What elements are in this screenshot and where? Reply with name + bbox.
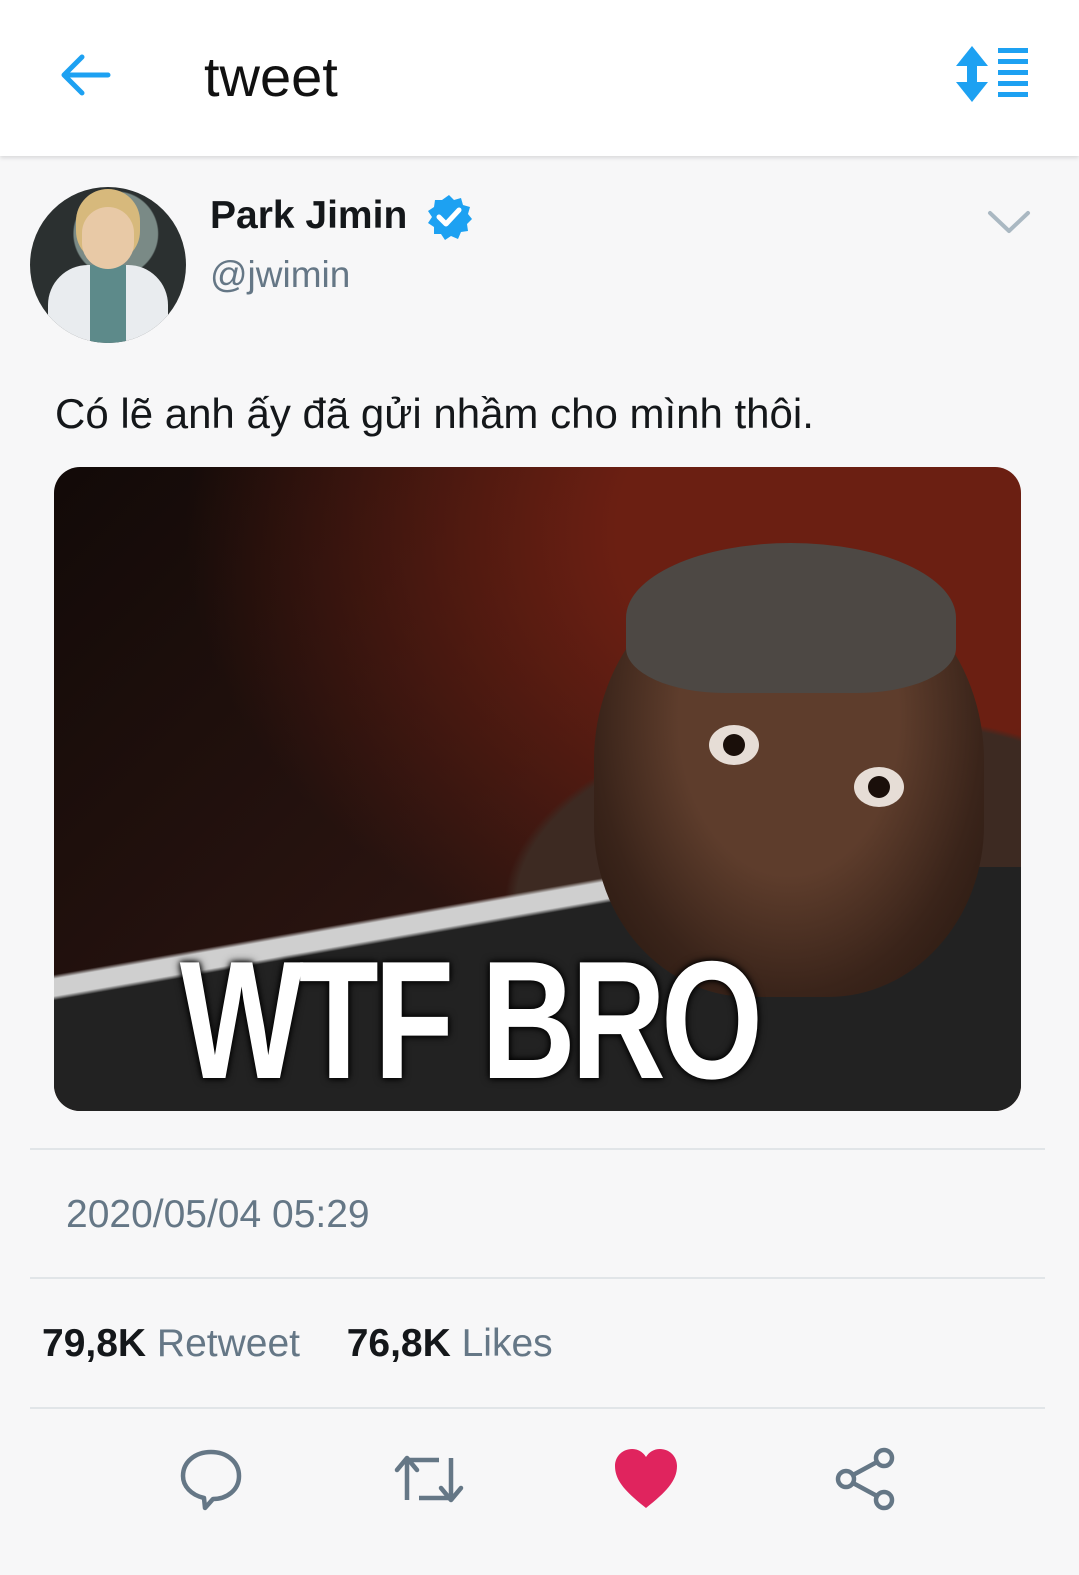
divider: [30, 1277, 1045, 1279]
author-handle[interactable]: @jwimin: [210, 252, 350, 298]
retweet-button[interactable]: [393, 1446, 464, 1512]
avatar-figure-body: [48, 265, 168, 343]
sort-button[interactable]: [954, 44, 1030, 104]
media-hair: [626, 543, 956, 693]
retweet-stat[interactable]: 79,8K Retweet: [42, 1322, 311, 1365]
share-button[interactable]: [832, 1446, 898, 1512]
like-button[interactable]: [612, 1446, 678, 1512]
avatar-figure-head: [82, 207, 134, 269]
divider: [30, 1148, 1045, 1150]
top-app-bar: tweet: [0, 0, 1079, 156]
tweet-text: Có lẽ anh ấy đã gửi nhầm cho mình thôi.: [55, 390, 814, 437]
likes-stat[interactable]: 76,8K Likes: [336, 1322, 553, 1365]
page-title: tweet: [204, 45, 338, 108]
divider: [30, 1407, 1045, 1409]
heart-icon: [615, 1449, 677, 1508]
retweet-icon: [394, 1455, 464, 1503]
arrow-left-icon: [61, 54, 111, 96]
author-name[interactable]: Park Jimin: [210, 192, 407, 240]
tweet-timestamp: 2020/05/04 05:29: [66, 1193, 370, 1236]
chevron-down-icon[interactable]: [986, 207, 1032, 239]
retweet-label: Retweet: [156, 1322, 300, 1365]
media-caption: WTF BRO: [179, 926, 763, 1111]
tweet-media-image[interactable]: WTF BRO: [54, 467, 1021, 1111]
reply-button[interactable]: [178, 1446, 244, 1512]
media-eye-left: [709, 725, 759, 765]
likes-label: Likes: [461, 1322, 553, 1365]
tweet-stats: 79,8K Retweet 76,8K Likes: [42, 1320, 553, 1368]
retweet-count: 79,8K: [42, 1322, 147, 1365]
share-icon: [835, 1447, 895, 1511]
back-button[interactable]: [56, 50, 116, 100]
media-eye-right: [854, 767, 904, 807]
likes-count: 76,8K: [346, 1322, 451, 1365]
reply-icon: [180, 1449, 242, 1511]
sort-list-icon: [956, 46, 1028, 102]
verified-badge-icon: [428, 195, 472, 240]
avatar[interactable]: [30, 187, 186, 343]
